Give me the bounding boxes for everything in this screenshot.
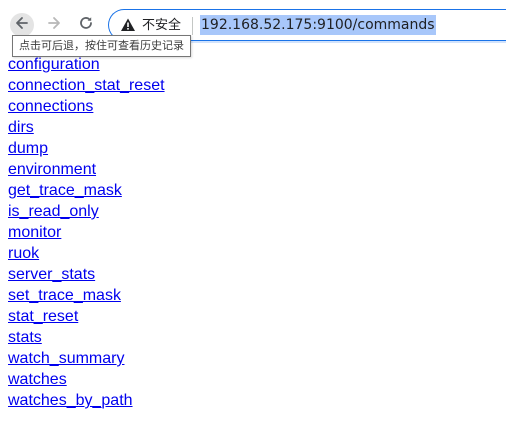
command-link[interactable]: stats <box>8 327 506 348</box>
command-link[interactable]: is_read_only <box>8 201 506 222</box>
command-link[interactable]: server_stats <box>8 264 506 285</box>
command-link[interactable]: watches_by_path <box>8 390 506 411</box>
omnibox-divider <box>192 17 193 35</box>
command-link[interactable]: dump <box>8 138 506 159</box>
command-link[interactable]: get_trace_mask <box>8 180 506 201</box>
command-link[interactable]: dirs <box>8 117 506 138</box>
back-button-tooltip: 点击可后退，按住可查看历史记录 <box>12 35 191 57</box>
command-link[interactable]: stat_reset <box>8 306 506 327</box>
back-button[interactable] <box>10 13 34 37</box>
url-text[interactable]: 192.168.52.175:9100/commands <box>200 15 436 35</box>
command-link[interactable]: connections <box>8 96 506 117</box>
reload-button[interactable] <box>74 13 98 37</box>
command-link[interactable]: monitor <box>8 222 506 243</box>
warning-triangle-icon[interactable] <box>120 17 136 33</box>
command-link[interactable]: watches <box>8 369 506 390</box>
arrow-right-icon <box>46 15 62 35</box>
command-link[interactable]: environment <box>8 159 506 180</box>
command-link[interactable]: ruok <box>8 243 506 264</box>
command-link[interactable]: watch_summary <box>8 348 506 369</box>
arrow-left-icon <box>14 15 30 35</box>
commands-list: configuration connection_stat_reset conn… <box>8 54 506 411</box>
security-status-label[interactable]: 不安全 <box>142 17 181 34</box>
command-link[interactable]: set_trace_mask <box>8 285 506 306</box>
command-link[interactable]: configuration <box>8 54 506 75</box>
command-link[interactable]: connection_stat_reset <box>8 75 506 96</box>
reload-icon <box>78 15 94 35</box>
forward-button[interactable] <box>42 13 66 37</box>
